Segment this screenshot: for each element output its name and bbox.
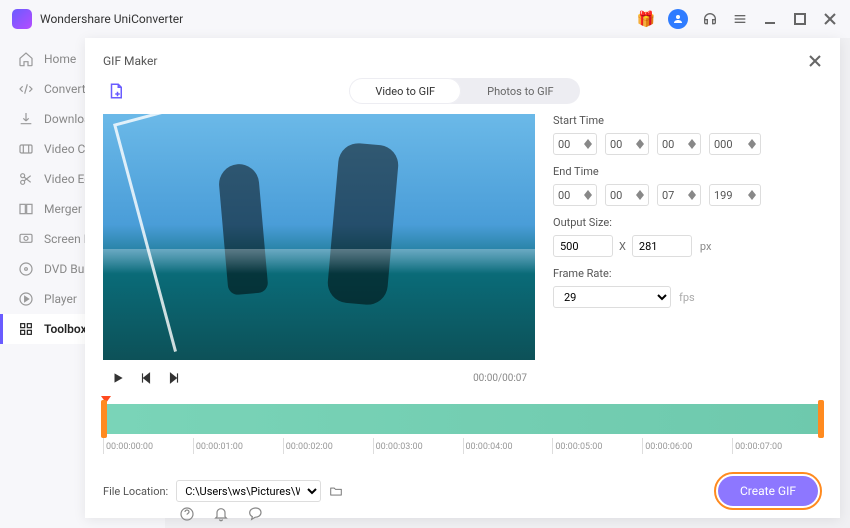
trim-handle-left[interactable]: [101, 400, 107, 438]
frame-rate-label: Frame Rate:: [553, 267, 822, 280]
output-height-input[interactable]: [632, 235, 692, 257]
prev-frame-icon[interactable]: [139, 371, 153, 385]
tick-label: 00:00:02:00: [283, 438, 373, 454]
start-hours-input[interactable]: 00: [553, 133, 597, 155]
minimize-icon[interactable]: [762, 11, 778, 27]
mode-tabs: Video to GIF Photos to GIF: [349, 78, 579, 104]
output-size-label: Output Size:: [553, 216, 822, 229]
add-file-icon[interactable]: [107, 82, 125, 100]
start-time-label: Start Time: [553, 114, 822, 127]
start-ms-input[interactable]: 000: [709, 133, 761, 155]
play-icon[interactable]: [111, 371, 125, 385]
create-gif-button[interactable]: Create GIF: [718, 476, 818, 506]
open-folder-icon[interactable]: [329, 484, 343, 498]
sidebar-item-label: Merger: [44, 202, 82, 216]
tick-label: 00:00:01:00: [193, 438, 283, 454]
dialog-title: GIF Maker: [103, 54, 157, 68]
tab-video-to-gif[interactable]: Video to GIF: [349, 78, 461, 104]
app-logo-icon: [12, 9, 32, 29]
end-seconds-input[interactable]: 07: [657, 184, 701, 206]
maximize-icon[interactable]: [792, 11, 808, 27]
fps-label: fps: [679, 291, 695, 304]
support-icon[interactable]: [702, 11, 718, 27]
file-location-label: File Location:: [103, 485, 168, 498]
end-time-label: End Time: [553, 165, 822, 178]
main-area: tor data etadata CD. GIF Maker Video to …: [165, 38, 850, 528]
close-dialog-icon[interactable]: [808, 54, 822, 68]
tick-label: 00:00:07:00: [732, 438, 822, 454]
sidebar-item-label: Player: [44, 292, 77, 306]
tick-label: 00:00:00:00: [103, 438, 193, 454]
end-hours-input[interactable]: 00: [553, 184, 597, 206]
close-window-icon[interactable]: [822, 11, 838, 27]
time-display: 00:00/00:07: [473, 373, 527, 384]
menu-icon[interactable]: [732, 11, 748, 27]
gif-maker-dialog: GIF Maker Video to GIF Photos to GIF: [85, 38, 840, 518]
start-minutes-input[interactable]: 00: [605, 133, 649, 155]
file-location-select[interactable]: C:\Users\ws\Pictures\Wonders: [176, 480, 321, 502]
tick-label: 00:00:03:00: [373, 438, 463, 454]
end-ms-input[interactable]: 199: [709, 184, 761, 206]
next-frame-icon[interactable]: [167, 371, 181, 385]
start-seconds-input[interactable]: 00: [657, 133, 701, 155]
sidebar-item-label: Toolbox: [44, 322, 87, 336]
x-separator: X: [619, 240, 626, 253]
sidebar-item-label: Home: [44, 52, 76, 66]
timeline-track[interactable]: [103, 404, 822, 434]
tick-label: 00:00:05:00: [552, 438, 642, 454]
gift-icon[interactable]: 🎁: [638, 11, 654, 27]
end-minutes-input[interactable]: 00: [605, 184, 649, 206]
timeline: 00:00:00:00 00:00:01:00 00:00:02:00 00:0…: [103, 404, 822, 454]
titlebar: Wondershare UniConverter 🎁: [0, 0, 850, 38]
tick-label: 00:00:04:00: [463, 438, 553, 454]
help-icon[interactable]: [179, 506, 195, 522]
notifications-icon[interactable]: [213, 506, 229, 522]
app-title: Wondershare UniConverter: [40, 12, 638, 26]
tick-label: 00:00:06:00: [642, 438, 732, 454]
frame-rate-select[interactable]: 29: [553, 286, 671, 308]
video-preview: [103, 114, 535, 360]
tab-photos-to-gif[interactable]: Photos to GIF: [461, 78, 580, 104]
feedback-icon[interactable]: [247, 506, 263, 522]
timeline-ticks: 00:00:00:00 00:00:01:00 00:00:02:00 00:0…: [103, 438, 822, 454]
trim-handle-right[interactable]: [818, 400, 824, 438]
user-avatar-icon[interactable]: [668, 9, 688, 29]
px-label: px: [700, 240, 712, 253]
output-width-input[interactable]: [553, 235, 613, 257]
